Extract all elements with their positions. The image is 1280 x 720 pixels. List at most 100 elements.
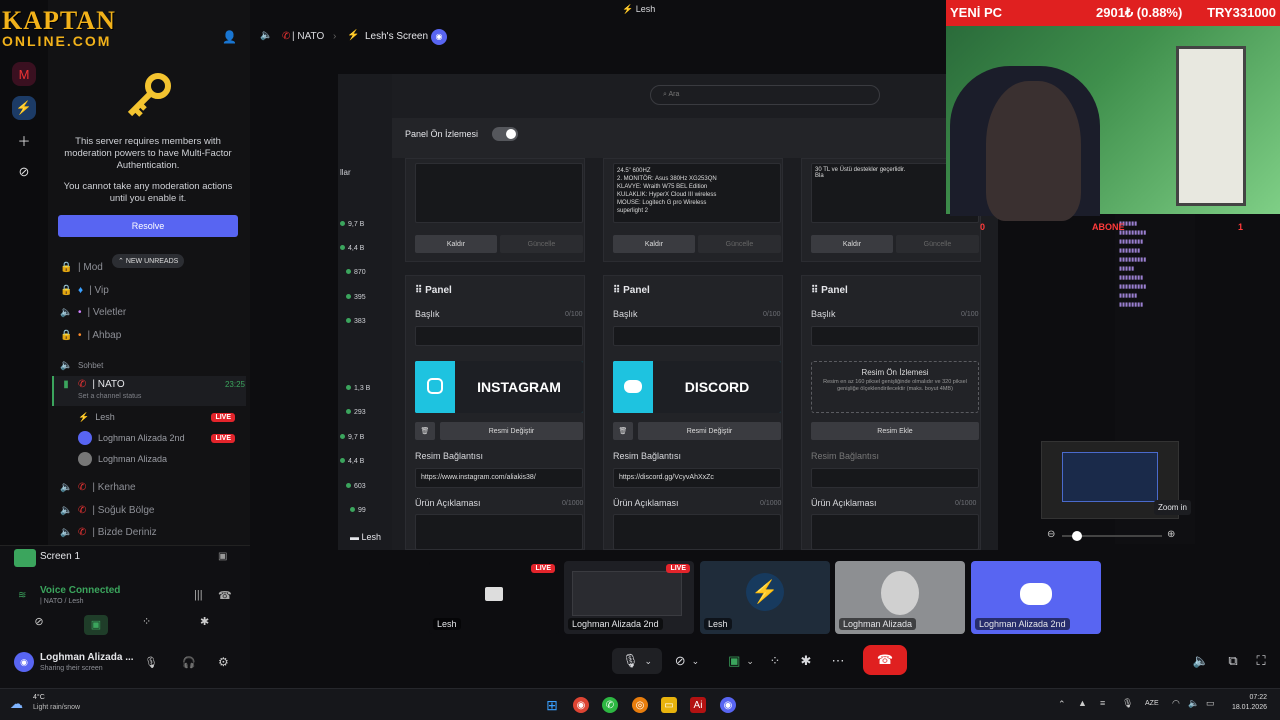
camera-toggle-button[interactable]: ⊘ ⌄: [662, 648, 712, 674]
discord-taskbar-icon[interactable]: ◉: [720, 697, 736, 713]
channel-status-prompt[interactable]: Set a channel status: [78, 393, 141, 400]
description-input[interactable]: [811, 514, 979, 550]
mic-icon[interactable]: 🎙: [144, 656, 158, 669]
participant-tile[interactable]: LIVE Lesh: [429, 561, 559, 634]
whatsapp-icon[interactable]: ✆: [602, 697, 618, 713]
zoom-slider-knob[interactable]: [1072, 531, 1082, 541]
voice-user-loghman2[interactable]: Loghman Alizada 2nd LIVE: [78, 429, 243, 447]
adobe-illustrator-icon[interactable]: Ai: [690, 697, 706, 713]
volume-tray-icon[interactable]: 🔈: [1188, 698, 1199, 709]
sidebar-item-kerhane[interactable]: 🔈 ✆ | Kerhane: [60, 478, 245, 496]
stream-search-input[interactable]: ⌕ Ara: [650, 85, 880, 105]
zoom-slider[interactable]: [1062, 531, 1162, 541]
windows-start-icon[interactable]: ⊞: [544, 697, 560, 713]
sidebar-item-vip[interactable]: 🔒 ♦ | Vip: [60, 281, 245, 299]
resolve-button[interactable]: Resolve: [58, 215, 238, 237]
add-server-icon[interactable]: ＋: [12, 128, 36, 152]
voice-location[interactable]: | NATO / Lesh: [40, 598, 84, 605]
battery-icon[interactable]: ▭: [1206, 698, 1215, 709]
sidebar-item-bizde-deriniz[interactable]: 🔈 ✆ | Bizde Deriniz: [60, 523, 245, 541]
sidebar-item-soguk-bolge[interactable]: 🔈 ✆ | Soğuk Bölge: [60, 501, 245, 519]
screen-share-button[interactable]: ▣ ⌄: [716, 648, 766, 674]
sidebar-item-veletler[interactable]: 🔈 • | Veletler: [60, 303, 245, 321]
screen-close-icon[interactable]: ▣: [218, 551, 227, 562]
server-icon-active[interactable]: ⚡: [12, 96, 36, 120]
tray-icon[interactable]: ≡: [1100, 698, 1105, 708]
change-image-button[interactable]: Resmi Değiştir: [440, 422, 583, 440]
update-button[interactable]: Güncelle: [500, 235, 583, 253]
noise-suppression-icon[interactable]: |||: [194, 589, 203, 601]
new-unreads-badge[interactable]: ⌃ NEW UNREADS: [112, 254, 185, 268]
voice-user-loghman[interactable]: Loghman Alizada: [78, 450, 243, 468]
camera-off-icon[interactable]: ⊘: [26, 615, 52, 635]
panel-text-field[interactable]: [415, 163, 583, 223]
user-avatar[interactable]: ◉: [14, 652, 34, 672]
discord-icon: [624, 380, 642, 393]
add-member-icon[interactable]: 👤: [222, 30, 237, 44]
sidebar-item-nato[interactable]: ▮ ✆ | NATO 23:25: [60, 375, 245, 393]
weather-icon[interactable]: ☁: [10, 696, 23, 712]
soundboard-button[interactable]: ✱: [795, 648, 817, 674]
participant-tile[interactable]: Loghman Alizada 2nd: [971, 561, 1101, 634]
sidebar-item-ahbap[interactable]: 🔒 • | Ahbap: [60, 326, 245, 344]
clock-time[interactable]: 07:22: [1231, 694, 1267, 701]
mic-tray-icon[interactable]: 🎙: [1122, 698, 1133, 709]
chrome-icon[interactable]: ◉: [573, 697, 589, 713]
image-link-input[interactable]: [811, 468, 979, 488]
image-link-input[interactable]: https://discord.gg/VcyvAhXxZc: [613, 468, 781, 488]
remove-button[interactable]: Kaldır: [613, 235, 695, 253]
wifi-icon[interactable]: ◠: [1172, 698, 1180, 709]
title-input[interactable]: [613, 326, 781, 346]
language-indicator[interactable]: AZE: [1145, 700, 1159, 707]
headset-icon[interactable]: 🎧: [182, 656, 196, 669]
soundboard-icon[interactable]: ✱: [200, 615, 209, 628]
update-button[interactable]: Güncelle: [896, 235, 979, 253]
server-icon[interactable]: M: [12, 62, 36, 86]
title-input[interactable]: [811, 326, 979, 346]
description-input[interactable]: [415, 514, 583, 550]
category-sohbet[interactable]: 🔈 Sohbet: [60, 356, 245, 374]
popout-icon[interactable]: ⧉: [1224, 648, 1242, 674]
panel-text-field[interactable]: 24.5" 600HZ 2. MONITÖR: Asus 380Hz XG253…: [613, 163, 781, 223]
minimap-viewport: [1062, 452, 1158, 502]
share-screen-icon[interactable]: ▣: [84, 615, 108, 635]
title-input[interactable]: [415, 326, 583, 346]
settings-gear-icon[interactable]: ⚙: [218, 655, 229, 669]
disconnect-icon[interactable]: ☎: [218, 589, 232, 602]
tray-chevron-up-icon[interactable]: ⌃: [1058, 699, 1066, 710]
activities-button[interactable]: ⁘: [764, 648, 786, 674]
add-image-button[interactable]: Resim Ekle: [811, 422, 979, 440]
clock-date[interactable]: 18.01.2026: [1223, 704, 1267, 711]
zoom-out-icon[interactable]: ⊖: [1047, 529, 1055, 540]
volume-icon[interactable]: 🔈: [1192, 648, 1210, 674]
chevron-down-icon: ⌄: [691, 655, 700, 666]
activities-icon[interactable]: ⁘: [142, 615, 151, 628]
file-explorer-icon[interactable]: ▭: [661, 697, 677, 713]
image-preview-box[interactable]: Resim Ön İzlemesi Resim en az 160 piksel…: [811, 361, 979, 413]
more-options-button[interactable]: ⋯: [827, 648, 849, 674]
call-channel-name[interactable]: | NATO: [292, 31, 324, 42]
tray-icon[interactable]: ▲: [1078, 698, 1087, 708]
update-button[interactable]: Güncelle: [698, 235, 781, 253]
voice-user-lesh[interactable]: ⚡ Lesh LIVE: [78, 408, 243, 426]
participant-tile[interactable]: Loghman Alizada: [835, 561, 965, 634]
blender-icon[interactable]: ◎: [632, 697, 648, 713]
preview-toggle[interactable]: [492, 127, 518, 141]
char-count: 0/1000: [760, 500, 782, 507]
remove-button[interactable]: Kaldır: [415, 235, 497, 253]
trash-icon[interactable]: 🗑: [613, 422, 633, 440]
trash-icon[interactable]: 🗑: [415, 422, 435, 440]
eagle-frame: [1176, 46, 1246, 206]
description-input[interactable]: [613, 514, 781, 550]
disconnect-button[interactable]: ☎: [863, 645, 907, 675]
image-link-input[interactable]: https://www.instagram.com/aliakis38/: [415, 468, 583, 488]
remove-button[interactable]: Kaldır: [811, 235, 893, 253]
discover-icon[interactable]: ⊘: [12, 160, 36, 184]
mic-toggle-button[interactable]: 🎙 ⌄: [612, 648, 662, 674]
participant-tile[interactable]: ⚡ Lesh: [700, 561, 830, 634]
fullscreen-icon[interactable]: ⛶: [1252, 648, 1270, 674]
zoom-in-icon[interactable]: ⊕: [1167, 529, 1175, 540]
participant-tile[interactable]: LIVE Loghman Alizada 2nd: [564, 561, 694, 634]
user-name[interactable]: Loghman Alizada ...: [40, 652, 134, 663]
change-image-button[interactable]: Resmi Değiştir: [638, 422, 781, 440]
